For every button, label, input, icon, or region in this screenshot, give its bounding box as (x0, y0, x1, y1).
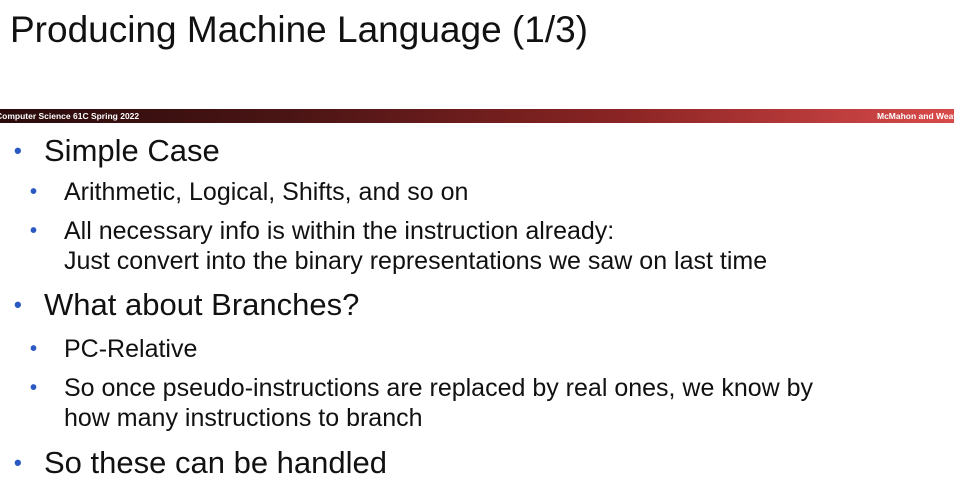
bullet-text: Arithmetic, Logical, Shifts, and so on (64, 178, 469, 206)
bullet-dot-icon: • (30, 377, 38, 399)
bullet-branches: • What about Branches? (14, 287, 360, 322)
bullet-dot-icon: • (30, 338, 38, 360)
bullet-text: All necessary info is within the instruc… (64, 217, 615, 245)
bullet-arithmetic: • Arithmetic, Logical, Shifts, and so on (30, 177, 469, 207)
bullet-dot-icon: • (14, 450, 22, 475)
bullet-pc-relative: • PC-Relative (30, 334, 198, 364)
bullet-pseudo-instructions: • So once pseudo-instructions are replac… (30, 373, 814, 433)
bullet-text: So these can be handled (44, 445, 387, 480)
bullet-text-continued: Just convert into the binary representat… (64, 247, 768, 275)
bullet-necessary-info: • All necessary info is within the instr… (30, 216, 768, 276)
bullet-text-continued: how many instructions to branch (64, 404, 423, 432)
bullet-text: PC-Relative (64, 335, 198, 363)
bullet-dot-icon: • (14, 292, 22, 317)
bullet-handled: • So these can be handled (14, 445, 387, 480)
bullet-text: So once pseudo-instructions are replaced… (64, 374, 814, 402)
bullet-simple-case: • Simple Case (14, 133, 220, 168)
bullet-dot-icon: • (14, 138, 22, 163)
bullet-list: • Simple Case • Arithmetic, Logical, Shi… (0, 0, 954, 482)
bullet-dot-icon: • (30, 181, 38, 203)
bullet-dot-icon: • (30, 220, 38, 242)
bullet-text: Simple Case (44, 133, 220, 168)
bullet-text: What about Branches? (44, 287, 360, 322)
